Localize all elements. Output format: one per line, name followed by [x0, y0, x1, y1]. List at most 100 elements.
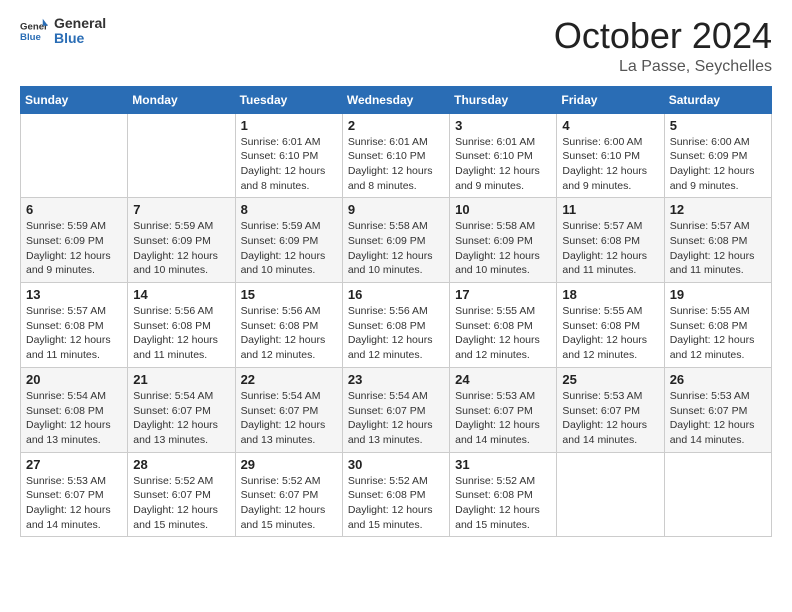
cell-info: Sunrise: 5:56 AMSunset: 6:08 PMDaylight:…: [348, 304, 444, 363]
table-cell: 24 Sunrise: 5:53 AMSunset: 6:07 PMDaylig…: [450, 367, 557, 452]
day-number: 28: [133, 457, 229, 472]
table-cell: 25 Sunrise: 5:53 AMSunset: 6:07 PMDaylig…: [557, 367, 664, 452]
day-number: 29: [241, 457, 337, 472]
table-cell: 7 Sunrise: 5:59 AMSunset: 6:09 PMDayligh…: [128, 198, 235, 283]
logo: General Blue General Blue: [20, 16, 106, 47]
table-cell: 16 Sunrise: 5:56 AMSunset: 6:08 PMDaylig…: [342, 283, 449, 368]
col-wednesday: Wednesday: [342, 86, 449, 113]
table-cell: [557, 452, 664, 537]
table-cell: 28 Sunrise: 5:52 AMSunset: 6:07 PMDaylig…: [128, 452, 235, 537]
day-number: 25: [562, 372, 658, 387]
cell-info: Sunrise: 5:52 AMSunset: 6:08 PMDaylight:…: [455, 474, 551, 533]
cell-info: Sunrise: 5:59 AMSunset: 6:09 PMDaylight:…: [241, 219, 337, 278]
day-number: 18: [562, 287, 658, 302]
day-number: 3: [455, 118, 551, 133]
calendar-header-row: Sunday Monday Tuesday Wednesday Thursday…: [21, 86, 772, 113]
table-cell: 6 Sunrise: 5:59 AMSunset: 6:09 PMDayligh…: [21, 198, 128, 283]
table-cell: 31 Sunrise: 5:52 AMSunset: 6:08 PMDaylig…: [450, 452, 557, 537]
table-cell: 5 Sunrise: 6:00 AMSunset: 6:09 PMDayligh…: [664, 113, 771, 198]
month-title: October 2024: [554, 16, 772, 56]
day-number: 30: [348, 457, 444, 472]
day-number: 20: [26, 372, 122, 387]
cell-info: Sunrise: 5:59 AMSunset: 6:09 PMDaylight:…: [133, 219, 229, 278]
table-cell: 1 Sunrise: 6:01 AMSunset: 6:10 PMDayligh…: [235, 113, 342, 198]
cell-info: Sunrise: 5:52 AMSunset: 6:07 PMDaylight:…: [241, 474, 337, 533]
cell-info: Sunrise: 5:55 AMSunset: 6:08 PMDaylight:…: [670, 304, 766, 363]
logo-blue-text: Blue: [54, 31, 106, 46]
cell-info: Sunrise: 5:57 AMSunset: 6:08 PMDaylight:…: [670, 219, 766, 278]
table-cell: 9 Sunrise: 5:58 AMSunset: 6:09 PMDayligh…: [342, 198, 449, 283]
table-cell: 23 Sunrise: 5:54 AMSunset: 6:07 PMDaylig…: [342, 367, 449, 452]
day-number: 8: [241, 202, 337, 217]
table-cell: 15 Sunrise: 5:56 AMSunset: 6:08 PMDaylig…: [235, 283, 342, 368]
cell-info: Sunrise: 5:54 AMSunset: 6:07 PMDaylight:…: [241, 389, 337, 448]
cell-info: Sunrise: 5:56 AMSunset: 6:08 PMDaylight:…: [133, 304, 229, 363]
day-number: 22: [241, 372, 337, 387]
day-number: 12: [670, 202, 766, 217]
day-number: 17: [455, 287, 551, 302]
table-cell: 11 Sunrise: 5:57 AMSunset: 6:08 PMDaylig…: [557, 198, 664, 283]
table-cell: 14 Sunrise: 5:56 AMSunset: 6:08 PMDaylig…: [128, 283, 235, 368]
location-title: La Passe, Seychelles: [554, 58, 772, 76]
cell-info: Sunrise: 6:00 AMSunset: 6:09 PMDaylight:…: [670, 135, 766, 194]
day-number: 10: [455, 202, 551, 217]
table-cell: [128, 113, 235, 198]
day-number: 24: [455, 372, 551, 387]
day-number: 26: [670, 372, 766, 387]
day-number: 16: [348, 287, 444, 302]
cell-info: Sunrise: 5:54 AMSunset: 6:07 PMDaylight:…: [348, 389, 444, 448]
cell-info: Sunrise: 6:01 AMSunset: 6:10 PMDaylight:…: [455, 135, 551, 194]
cell-info: Sunrise: 5:52 AMSunset: 6:08 PMDaylight:…: [348, 474, 444, 533]
col-saturday: Saturday: [664, 86, 771, 113]
day-number: 27: [26, 457, 122, 472]
table-cell: 21 Sunrise: 5:54 AMSunset: 6:07 PMDaylig…: [128, 367, 235, 452]
cell-info: Sunrise: 6:01 AMSunset: 6:10 PMDaylight:…: [241, 135, 337, 194]
cell-info: Sunrise: 5:52 AMSunset: 6:07 PMDaylight:…: [133, 474, 229, 533]
table-cell: 12 Sunrise: 5:57 AMSunset: 6:08 PMDaylig…: [664, 198, 771, 283]
cell-info: Sunrise: 6:00 AMSunset: 6:10 PMDaylight:…: [562, 135, 658, 194]
day-number: 19: [670, 287, 766, 302]
cell-info: Sunrise: 5:58 AMSunset: 6:09 PMDaylight:…: [348, 219, 444, 278]
table-cell: 2 Sunrise: 6:01 AMSunset: 6:10 PMDayligh…: [342, 113, 449, 198]
table-cell: 13 Sunrise: 5:57 AMSunset: 6:08 PMDaylig…: [21, 283, 128, 368]
svg-text:Blue: Blue: [20, 32, 41, 43]
day-number: 11: [562, 202, 658, 217]
col-tuesday: Tuesday: [235, 86, 342, 113]
cell-info: Sunrise: 5:57 AMSunset: 6:08 PMDaylight:…: [26, 304, 122, 363]
table-cell: 8 Sunrise: 5:59 AMSunset: 6:09 PMDayligh…: [235, 198, 342, 283]
table-cell: [664, 452, 771, 537]
table-cell: 29 Sunrise: 5:52 AMSunset: 6:07 PMDaylig…: [235, 452, 342, 537]
calendar-row: 27 Sunrise: 5:53 AMSunset: 6:07 PMDaylig…: [21, 452, 772, 537]
cell-info: Sunrise: 5:53 AMSunset: 6:07 PMDaylight:…: [670, 389, 766, 448]
day-number: 6: [26, 202, 122, 217]
cell-info: Sunrise: 5:55 AMSunset: 6:08 PMDaylight:…: [455, 304, 551, 363]
day-number: 15: [241, 287, 337, 302]
day-number: 23: [348, 372, 444, 387]
cell-info: Sunrise: 5:54 AMSunset: 6:08 PMDaylight:…: [26, 389, 122, 448]
cell-info: Sunrise: 5:58 AMSunset: 6:09 PMDaylight:…: [455, 219, 551, 278]
day-number: 7: [133, 202, 229, 217]
table-cell: 17 Sunrise: 5:55 AMSunset: 6:08 PMDaylig…: [450, 283, 557, 368]
cell-info: Sunrise: 5:53 AMSunset: 6:07 PMDaylight:…: [455, 389, 551, 448]
col-sunday: Sunday: [21, 86, 128, 113]
cell-info: Sunrise: 5:53 AMSunset: 6:07 PMDaylight:…: [26, 474, 122, 533]
logo-icon: General Blue: [20, 17, 48, 45]
table-cell: 30 Sunrise: 5:52 AMSunset: 6:08 PMDaylig…: [342, 452, 449, 537]
day-number: 21: [133, 372, 229, 387]
page-header: General Blue General Blue October 2024 L…: [20, 16, 772, 76]
table-cell: 20 Sunrise: 5:54 AMSunset: 6:08 PMDaylig…: [21, 367, 128, 452]
table-cell: 10 Sunrise: 5:58 AMSunset: 6:09 PMDaylig…: [450, 198, 557, 283]
calendar-row: 20 Sunrise: 5:54 AMSunset: 6:08 PMDaylig…: [21, 367, 772, 452]
cell-info: Sunrise: 5:56 AMSunset: 6:08 PMDaylight:…: [241, 304, 337, 363]
calendar-table: Sunday Monday Tuesday Wednesday Thursday…: [20, 86, 772, 538]
table-cell: 18 Sunrise: 5:55 AMSunset: 6:08 PMDaylig…: [557, 283, 664, 368]
day-number: 5: [670, 118, 766, 133]
day-number: 31: [455, 457, 551, 472]
logo-general-text: General: [54, 16, 106, 31]
table-cell: [21, 113, 128, 198]
cell-info: Sunrise: 5:59 AMSunset: 6:09 PMDaylight:…: [26, 219, 122, 278]
calendar-row: 13 Sunrise: 5:57 AMSunset: 6:08 PMDaylig…: [21, 283, 772, 368]
day-number: 9: [348, 202, 444, 217]
table-cell: 27 Sunrise: 5:53 AMSunset: 6:07 PMDaylig…: [21, 452, 128, 537]
calendar-row: 6 Sunrise: 5:59 AMSunset: 6:09 PMDayligh…: [21, 198, 772, 283]
